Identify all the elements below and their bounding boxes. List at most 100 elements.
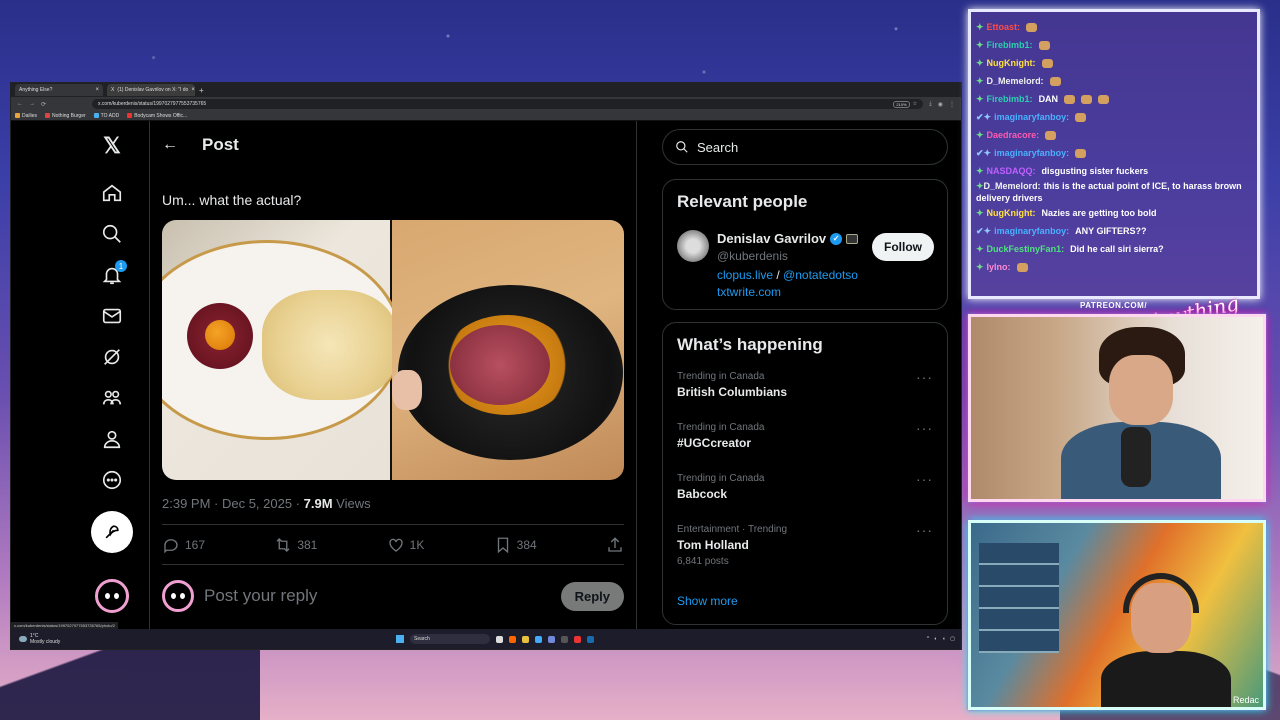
network-icon[interactable]: ◐ xyxy=(934,636,937,642)
task-view-icon[interactable] xyxy=(496,635,503,643)
chat-overlay: ✦ Ettoast: ✦ Firebimb1: ✦ NugKnight: ✦ D_Memelo… xyxy=(968,9,1260,299)
bookmark-to-add[interactable]: TO ADD xyxy=(93,113,119,119)
weather-widget[interactable]: 1°C Mostly cloudy xyxy=(11,633,60,645)
more-icon[interactable]: ··· xyxy=(916,522,933,538)
trend-item[interactable]: Trending in Canada #UGCcreator ··· xyxy=(663,418,947,469)
search-input[interactable]: Search xyxy=(662,129,948,165)
avatar xyxy=(162,580,194,612)
bio-link[interactable]: @notatedotso xyxy=(783,268,858,282)
chat-message: ✔✦ imaginaryfanboy: ANY GIFTERS?? xyxy=(976,222,1252,240)
app-icon[interactable] xyxy=(574,635,581,643)
chat-username[interactable]: lylno: xyxy=(987,258,1011,276)
chat-username[interactable]: NASDAQQ: xyxy=(987,162,1036,180)
photo-1[interactable] xyxy=(162,220,402,480)
chevron-up-icon[interactable]: ^ xyxy=(927,636,929,642)
url-field[interactable]: x.com/kuberdenis/status/1997027977553735… xyxy=(92,99,924,109)
grok-icon[interactable] xyxy=(99,344,125,370)
chat-username[interactable]: Daedracore: xyxy=(987,126,1040,144)
chat-username[interactable]: imaginaryfanboy: xyxy=(994,144,1069,162)
bio-link[interactable]: clopus.live xyxy=(717,268,773,282)
verified-icon: ✓ xyxy=(830,232,843,245)
chrome-icon[interactable] xyxy=(535,635,542,643)
chat-username[interactable]: D_Memelord: xyxy=(984,181,1041,191)
sub-badge-icon: ✦ xyxy=(976,166,984,176)
reply-button[interactable]: Reply xyxy=(560,581,624,611)
trend-context: Trending in Canada xyxy=(677,371,765,382)
trend-name: British Columbians xyxy=(677,385,788,399)
tab-anything-else[interactable]: Anything Else? × xyxy=(15,84,103,96)
chat-username[interactable]: NugKnight: xyxy=(987,204,1036,222)
more-icon[interactable] xyxy=(99,467,125,493)
chat-username[interactable]: imaginaryfanboy: xyxy=(994,222,1069,240)
more-icon[interactable]: ··· xyxy=(916,471,933,487)
obs-icon[interactable] xyxy=(561,635,568,643)
chat-message: ✦ DuckFestinyFan1: Did he call siri sierra… xyxy=(976,240,1252,258)
chat-username[interactable]: NugKnight: xyxy=(987,54,1036,72)
chat-username[interactable]: imaginaryfanboy: xyxy=(994,108,1069,126)
close-icon[interactable]: × xyxy=(191,87,195,93)
chat-username[interactable]: Firebimb1: xyxy=(987,36,1033,54)
tab-post[interactable]: X (1) Denislav Gavrilov on X: "I do × xyxy=(107,84,195,96)
download-icon[interactable]: ⤓ xyxy=(929,101,932,108)
trend-item[interactable]: Entertainment · Trending Tom Holland 6,841… xyxy=(663,520,947,584)
repost-action[interactable]: 381 xyxy=(274,536,317,554)
post-media[interactable] xyxy=(162,220,624,480)
extensions-icon[interactable]: ◉ xyxy=(938,101,943,108)
webcam-1 xyxy=(968,314,1266,502)
avatar[interactable] xyxy=(677,230,709,262)
more-icon[interactable]: ··· xyxy=(916,369,933,385)
close-icon[interactable]: × xyxy=(95,87,99,93)
bookmark-action[interactable]: 384 xyxy=(494,536,537,554)
card-title: Relevant people xyxy=(677,192,808,211)
trend-item[interactable]: Trending in Canada Babcock ··· xyxy=(663,469,947,520)
taskbar-search[interactable]: Search xyxy=(410,634,490,644)
chat-username[interactable]: Ettoast: xyxy=(987,18,1021,36)
windows-start-icon[interactable] xyxy=(396,635,404,643)
menu-icon[interactable]: ⋮ xyxy=(949,101,955,108)
follow-button[interactable]: Follow xyxy=(872,233,934,261)
chat-username[interactable]: Firebimb1: xyxy=(987,90,1033,108)
back-icon[interactable]: ← xyxy=(17,101,23,107)
discord-icon[interactable] xyxy=(548,635,555,643)
chat-username[interactable]: DuckFestinyFan1: xyxy=(987,240,1065,258)
firefox-icon[interactable] xyxy=(509,635,516,643)
forward-icon[interactable]: → xyxy=(29,101,35,107)
notifications-icon[interactable]: ▢ xyxy=(950,636,955,642)
back-arrow-icon[interactable]: ← xyxy=(162,136,178,154)
patreon-label: PATREON.COM/ xyxy=(1080,301,1148,310)
account-avatar[interactable] xyxy=(95,579,129,613)
file-explorer-icon[interactable] xyxy=(522,635,529,643)
communities-icon[interactable] xyxy=(99,385,125,411)
photo-2[interactable] xyxy=(392,220,624,480)
reply-action[interactable]: 167 xyxy=(162,536,205,554)
new-tab-icon[interactable]: + xyxy=(199,86,204,95)
home-icon[interactable] xyxy=(99,180,125,206)
chat-message: ✦ lylno: xyxy=(976,258,1252,276)
volume-icon[interactable]: ◖ xyxy=(942,636,945,642)
person-name-row[interactable]: Denislav Gavrilov ✓ xyxy=(717,231,859,246)
reply-input[interactable]: Post your reply xyxy=(204,586,551,606)
sub-badge-icon: ✦ xyxy=(976,22,984,32)
show-more-link[interactable]: Show more xyxy=(663,584,947,618)
bookmark-bodycam[interactable]: Bodycam Shows Offic... xyxy=(127,113,187,119)
x-logo-icon[interactable]: 𝕏 xyxy=(99,133,125,159)
compose-post-button[interactable] xyxy=(91,511,133,553)
bio-link[interactable]: txtwrite.com xyxy=(717,285,781,299)
bookmark-nothing-burger[interactable]: Nothing Burger xyxy=(45,113,86,119)
search-icon[interactable] xyxy=(99,221,125,247)
like-action[interactable]: 1K xyxy=(387,536,424,554)
reload-icon[interactable]: ⟳ xyxy=(41,101,46,108)
zoom-badge[interactable]: 210% xyxy=(893,100,910,108)
trend-item[interactable]: Trending in Canada British Columbians ··· xyxy=(663,367,947,418)
share-action[interactable] xyxy=(606,536,624,554)
profile-icon[interactable] xyxy=(99,426,125,452)
mail-icon[interactable] xyxy=(99,303,125,329)
bell-icon[interactable]: 1 xyxy=(99,260,127,288)
bio-separator: / xyxy=(773,268,784,282)
bookmark-dailies[interactable]: Dailies xyxy=(15,113,37,119)
divider xyxy=(162,564,624,565)
star-icon[interactable]: ☆ xyxy=(913,101,917,107)
chat-username[interactable]: D_Memelord: xyxy=(987,72,1044,90)
more-icon[interactable]: ··· xyxy=(916,420,933,436)
steam-icon[interactable] xyxy=(587,635,594,643)
